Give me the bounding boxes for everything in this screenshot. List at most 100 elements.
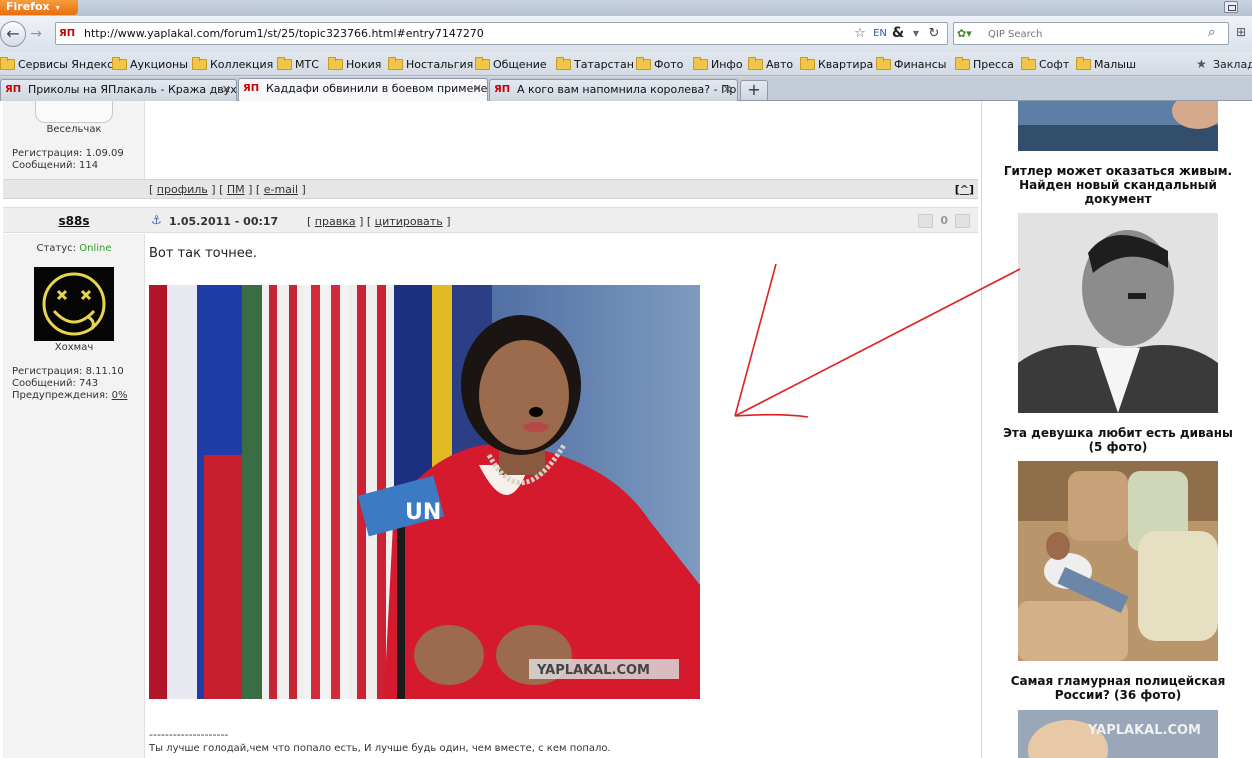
bookmark-folder[interactable]: Татарстан [556, 56, 634, 73]
avatar[interactable] [34, 267, 114, 341]
online-status: Online [79, 243, 112, 254]
news-caption[interactable]: Эта девушка любит есть диваны (5 фото) [999, 426, 1237, 454]
tab-label: А кого вам напомнила королева? - При... [517, 83, 738, 96]
post-text: Вот так точнее. [149, 246, 257, 261]
news-thumbnail-image: YAPLAKAL.COM [1018, 710, 1218, 758]
author-messages: Сообщений: 743 [12, 378, 99, 389]
edit-link[interactable]: правка [315, 215, 356, 228]
back-button[interactable]: ← [0, 21, 26, 47]
chevron-down-icon[interactable]: ▼ [908, 26, 924, 41]
pm-link[interactable]: ПМ [227, 183, 245, 196]
ampersand-icon[interactable]: & [890, 26, 906, 41]
tab-1[interactable]: ЯП Приколы на ЯПлакаль - Кража двух я...… [0, 79, 237, 101]
url-text[interactable]: http://www.yaplakal.com/forum1/st/25/top… [84, 27, 484, 40]
bookmarks-menu[interactable]: ★ Заклад [1196, 56, 1252, 73]
folder-icon [475, 57, 490, 70]
folder-icon [277, 57, 292, 70]
bookmark-folder[interactable]: Коллекция [192, 56, 273, 73]
search-input[interactable] [988, 26, 1198, 42]
bookmark-folder[interactable]: Нокия [328, 56, 381, 73]
reload-icon[interactable]: ↻ [926, 26, 942, 41]
bookmark-label: Ностальгия [406, 58, 474, 71]
warnings-link[interactable]: 0% [112, 390, 128, 401]
bookmark-folder[interactable]: Фото [636, 56, 683, 73]
news-caption[interactable]: Самая гламурная полицейская России? (36 … [999, 674, 1237, 702]
folder-icon [748, 57, 763, 70]
quote-link[interactable]: цитировать [375, 215, 443, 228]
back-arrow-icon: ← [6, 24, 20, 43]
bookmark-folder[interactable]: Инфо [693, 56, 743, 73]
post-username[interactable]: s88s [3, 214, 145, 228]
portrait-photo-image [1018, 213, 1218, 413]
bookmark-folder[interactable]: Квартира [800, 56, 873, 73]
bookmark-star-icon[interactable]: ☆ [852, 26, 868, 41]
bookmark-label: Пресса [973, 58, 1014, 71]
close-icon[interactable]: ✕ [473, 79, 482, 99]
folder-icon [693, 57, 708, 70]
bookmark-label: Общение [493, 58, 547, 71]
bookmark-folder[interactable]: Аукционы [112, 56, 188, 73]
forum-thread: Весельчак Регистрация: 1.09.09 Сообщений… [0, 101, 982, 758]
author-status: Статус: Online [36, 243, 112, 254]
search-engine-icon[interactable]: ✿▾ [957, 26, 983, 41]
author-warnings: Предупреждения: 0% [12, 390, 128, 401]
folder-icon [556, 57, 571, 70]
forward-arrow-icon: → [30, 26, 42, 42]
bookmark-folder[interactable]: Малыш [1076, 56, 1136, 73]
bookmark-folder[interactable]: Ностальгия [388, 56, 473, 73]
close-icon[interactable]: ✕ [723, 80, 732, 100]
translate-icon[interactable]: EN [872, 26, 888, 41]
bookmark-folder[interactable]: МТС [277, 56, 319, 73]
forward-button[interactable]: → [26, 25, 46, 43]
firefox-menu-button[interactable]: Firefox [0, 0, 78, 15]
bookmark-label: Сервисы Яндекса [18, 58, 120, 71]
news-thumbnail[interactable] [1018, 213, 1218, 413]
bookmark-label: Коллекция [210, 58, 274, 71]
new-tab-button[interactable]: + [740, 80, 768, 100]
bookmark-folder[interactable]: Авто [748, 56, 793, 73]
tab-2[interactable]: ЯП Каддафи обвинили в боевом применен...… [238, 78, 488, 101]
bookmark-folder[interactable]: Общение [475, 56, 547, 73]
title-bar: Firefox [0, 0, 1252, 16]
close-icon[interactable]: ✕ [222, 80, 231, 100]
address-bar[interactable]: ЯП http://www.yaplakal.com/forum1/st/25/… [55, 22, 948, 45]
news-thumbnail[interactable] [1018, 461, 1218, 661]
profile-link[interactable]: профиль [157, 183, 208, 196]
smiley-avatar-icon [34, 267, 114, 341]
magnifier-icon[interactable]: ⌕ [1208, 25, 1224, 41]
bookmark-folder[interactable]: Пресса [955, 56, 1014, 73]
rate-up-icon[interactable] [955, 214, 970, 228]
anchor-icon[interactable]: ⚓ [151, 213, 162, 227]
bookmark-label: МТС [295, 58, 319, 71]
sidebar-news: Гитлер может оказаться живым. Найден нов… [983, 101, 1252, 758]
news-thumbnail[interactable]: YAPLAKAL.COM [1018, 710, 1218, 758]
bookmark-folder[interactable]: Софт [1021, 56, 1069, 73]
site-favicon-icon: ЯП [243, 83, 260, 94]
extension-icon[interactable]: ⊞ [1236, 25, 1252, 43]
signature-separator: -------------------- [149, 728, 229, 741]
site-favicon-icon: ЯП [59, 26, 81, 41]
news-thumbnail[interactable] [1018, 101, 1218, 151]
author-registration: Регистрация: 1.09.09 [12, 148, 124, 159]
tab-3[interactable]: ЯП А кого вам напомнила королева? - При.… [489, 79, 738, 101]
news-caption[interactable]: Гитлер может оказаться живым. Найден нов… [999, 164, 1237, 206]
bookmarks-menu-label: Заклад [1213, 58, 1252, 71]
post-date: 1.05.2011 - 00:17 [169, 215, 279, 228]
folder-icon [388, 57, 403, 70]
window-restore-icon[interactable] [1224, 1, 1238, 13]
bookmark-folder[interactable]: Сервисы Яндекса [0, 56, 120, 73]
post-image[interactable]: UN YAPLAKAL.COM [149, 285, 700, 699]
thumbnail-watermark: YAPLAKAL.COM [1087, 723, 1201, 738]
email-link[interactable]: e-mail [264, 183, 298, 196]
avatar [35, 101, 113, 123]
site-favicon-icon: ЯП [5, 84, 22, 95]
bookmark-label: Нокия [346, 58, 382, 71]
folder-icon [328, 57, 343, 70]
bookmark-label: Малыш [1094, 58, 1137, 71]
bookmark-folder[interactable]: Финансы [876, 56, 946, 73]
scroll-top-button[interactable]: [^] [955, 183, 974, 196]
news-thumbnail-image [1018, 101, 1218, 151]
bookmarks-star-icon: ★ [1196, 57, 1207, 71]
rate-down-icon[interactable] [918, 214, 933, 228]
search-bar[interactable]: ✿▾ ⌕ [953, 22, 1229, 45]
